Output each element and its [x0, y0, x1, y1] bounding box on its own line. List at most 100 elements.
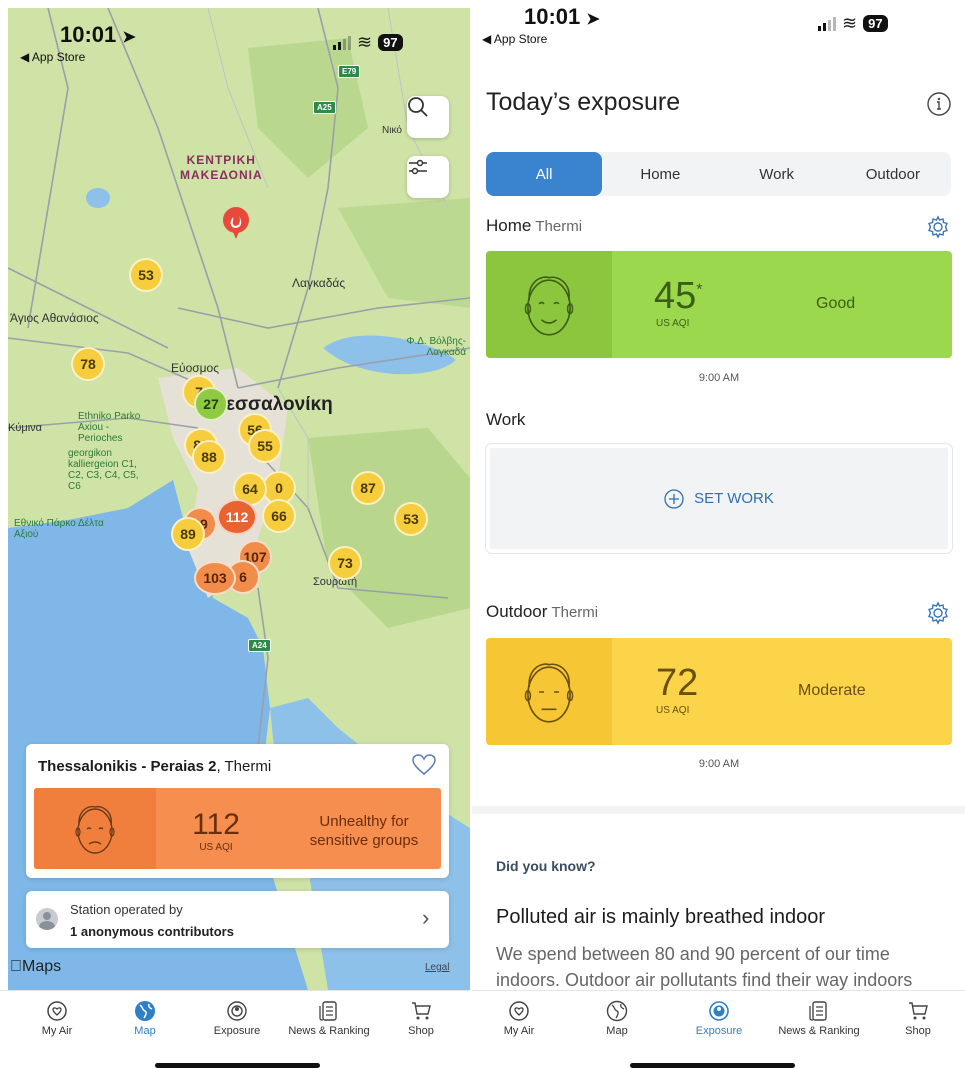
station-card[interactable]: Thessalonikis - Peraias 2, Thermi 112 US…: [26, 744, 449, 878]
place-label: Λαγκαδάς: [292, 276, 346, 290]
aqi-pin[interactable]: 73: [328, 546, 362, 580]
aqi-pin[interactable]: 78: [71, 347, 105, 381]
outdoor-aqi-value: 72: [656, 662, 699, 704]
aqi-pin[interactable]: 55: [248, 429, 282, 463]
place-label: Ethniko Parko Axiou - Perioches: [78, 411, 141, 444]
info-icon[interactable]: [926, 91, 952, 117]
status-icons: ≋ 97: [818, 13, 888, 34]
aqi-pin[interactable]: 87: [351, 471, 385, 505]
cart-icon: [412, 1002, 431, 1020]
legal-link[interactable]: Legal: [425, 962, 449, 973]
did-you-know-card[interactable]: Did you know? Polluted air is mainly bre…: [472, 806, 965, 990]
tab-bar: My Air Map Exposure News & Ranking Shop: [0, 990, 470, 1068]
tip-kicker: Did you know?: [496, 858, 596, 874]
highway-shield: E79: [338, 65, 361, 78]
place-label: Εθνικό Πάρκο Δέλτα Αξιού: [14, 518, 104, 540]
home-aqi-status: Good: [816, 295, 856, 312]
exposure-screen: 10:01 ➤ ◀ App Store ≋ 97 Today’s exposur…: [472, 0, 965, 1068]
place-label: Φ.Δ. Βόλβης-Λαγκαδά: [406, 336, 467, 358]
aqi-pin[interactable]: 27: [194, 387, 228, 421]
gear-icon[interactable]: [926, 215, 950, 239]
aqi-pin[interactable]: 53: [394, 502, 428, 536]
heart-shield-icon: [509, 1001, 529, 1021]
news-icon: [319, 1001, 337, 1021]
home-section-title: Home Thermi: [486, 216, 583, 235]
aqi-pin[interactable]: 112: [217, 499, 257, 535]
signal-icon: [818, 16, 836, 31]
place-label: Άγιος Αθανάσιος: [10, 311, 99, 325]
back-to-app-store[interactable]: ◀ App Store: [482, 32, 547, 46]
station-operator-row[interactable]: Station operated by 1 anonymous contribu…: [26, 891, 449, 948]
place-label: Κύμινα: [8, 422, 42, 434]
battery-indicator: 97: [378, 34, 403, 51]
exposure-icon: [709, 1001, 729, 1021]
tab-exposure[interactable]: Exposure: [672, 997, 766, 1037]
news-icon: [809, 1001, 827, 1021]
tab-map[interactable]: Map: [98, 997, 192, 1037]
home-timestamp: 9:00 AM: [698, 372, 740, 384]
segment-home[interactable]: Home: [602, 152, 718, 196]
filter-button[interactable]: [407, 156, 449, 198]
tab-news-ranking[interactable]: News & Ranking: [772, 997, 866, 1037]
wifi-icon: ≋: [357, 32, 373, 52]
back-to-app-store[interactable]: ◀ App Store: [20, 50, 85, 64]
set-work-button[interactable]: SET WORK: [486, 444, 952, 553]
station-aqi-status: Unhealthy for sensitive groups: [309, 813, 419, 849]
tab-my-air[interactable]: My Air: [472, 997, 566, 1037]
gear-icon[interactable]: [926, 601, 950, 625]
tab-shop[interactable]: Shop: [871, 997, 965, 1037]
outdoor-section-title: Outdoor Thermi: [486, 602, 599, 621]
aqi-pin[interactable]: 66: [262, 499, 296, 533]
outdoor-aqi-card[interactable]: 72 US AQI Moderate: [486, 638, 952, 745]
home-indicator: [630, 1063, 795, 1068]
tab-news-ranking[interactable]: News & Ranking: [282, 997, 376, 1037]
sliders-icon: [409, 159, 427, 175]
segment-all[interactable]: All: [486, 152, 603, 196]
home-aqi-value: 45*: [654, 275, 703, 317]
status-icons: ≋ 97: [333, 32, 403, 53]
search-icon: [408, 97, 428, 117]
station-aqi-bar: 112 US AQI Unhealthy for sensitive group…: [34, 788, 441, 869]
status-time: 10:01 ➤: [60, 22, 136, 47]
tab-exposure[interactable]: Exposure: [190, 997, 284, 1037]
home-indicator: [155, 1063, 320, 1068]
page-title: Today’s exposure: [486, 88, 681, 116]
home-aqi-unit: US AQI: [656, 318, 690, 329]
cart-icon: [909, 1002, 928, 1020]
unhealthy-face-icon: [34, 788, 156, 869]
aqi-pin[interactable]: 103: [194, 561, 236, 595]
station-title: Thessalonikis - Peraias 2, Thermi: [38, 758, 272, 775]
tab-map[interactable]: Map: [570, 997, 664, 1037]
aqi-pin[interactable]: 53: [129, 258, 163, 292]
tab-my-air[interactable]: My Air: [10, 997, 104, 1037]
place-label: Νικό: [382, 125, 402, 136]
segment-work[interactable]: Work: [719, 152, 835, 196]
signal-icon: [333, 35, 351, 50]
map-screen: E79 A25 A24 ΚΕΝΤΡΙΚΗ ΜΑΚΕΔΟΝΙΑ Λαγκαδάς …: [0, 0, 470, 1068]
tab-shop[interactable]: Shop: [374, 997, 468, 1037]
highway-shield: A25: [313, 101, 336, 114]
city-label: εσσαλονίκη: [226, 394, 333, 415]
happy-face-icon: [486, 251, 612, 358]
search-button[interactable]: [407, 96, 449, 138]
home-aqi-card[interactable]: 45* US AQI Good: [486, 251, 952, 358]
status-time: 10:01 ➤: [524, 4, 600, 29]
aqi-pin[interactable]: 89: [171, 517, 205, 551]
chevron-right-icon: ›: [422, 905, 430, 930]
segment-outdoor[interactable]: Outdoor: [835, 152, 951, 196]
exposure-icon: [227, 1001, 247, 1021]
contributors-text: 1 anonymous contributors: [70, 924, 234, 939]
tab-bar: My Air Map Exposure News & Ranking Shop: [472, 990, 965, 1068]
outdoor-timestamp: 9:00 AM: [698, 758, 740, 770]
heart-shield-icon: [47, 1001, 67, 1021]
highway-shield: A24: [248, 639, 271, 652]
neutral-face-icon: [486, 638, 612, 745]
outdoor-aqi-unit: US AQI: [656, 705, 690, 716]
battery-indicator: 97: [863, 15, 888, 32]
aqi-pin[interactable]: 88: [192, 440, 226, 474]
operated-by-label: Station operated by: [70, 902, 183, 917]
favorite-heart-icon[interactable]: [412, 754, 436, 776]
wifi-icon: ≋: [842, 13, 858, 33]
place-label: Εύοσμος: [171, 361, 220, 375]
fire-icon[interactable]: [222, 206, 250, 240]
